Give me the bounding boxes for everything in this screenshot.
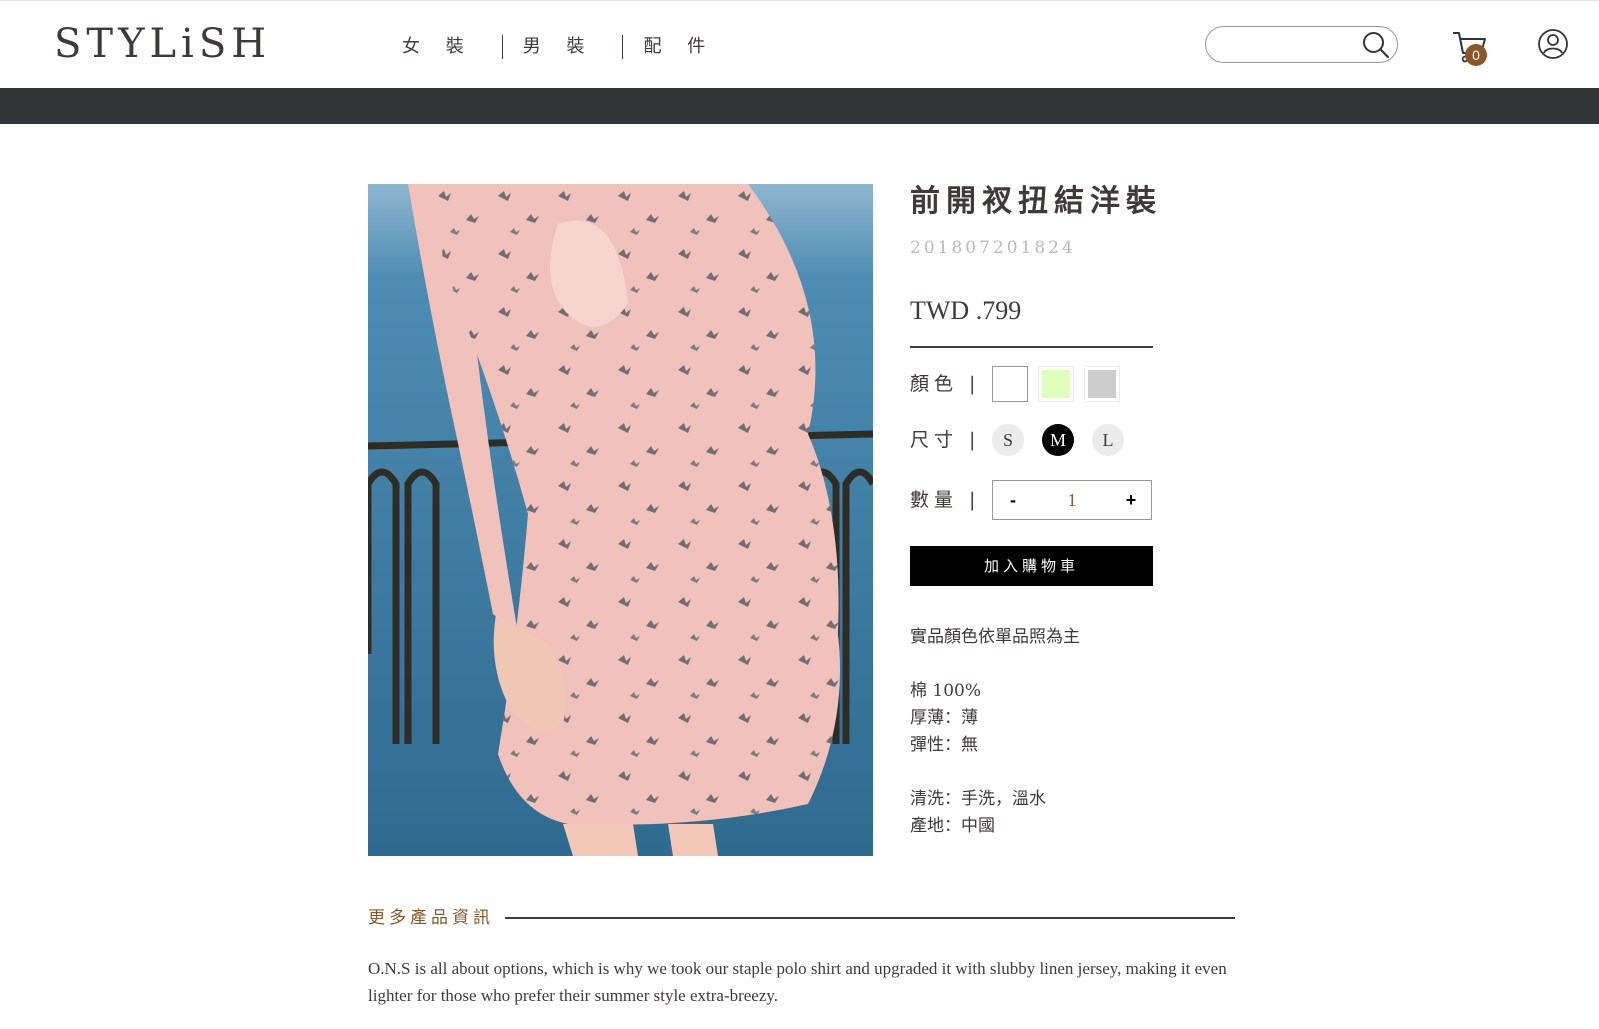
color-fill bbox=[996, 370, 1024, 398]
color-swatch-green[interactable] bbox=[1038, 366, 1074, 402]
product-title: 前開衩扭結洋裝 bbox=[910, 184, 1162, 219]
color-label: 顏色 | bbox=[910, 373, 981, 395]
quantity-decrease-button[interactable]: - bbox=[995, 481, 1031, 519]
add-to-cart-button[interactable]: 加入購物車 bbox=[910, 546, 1153, 586]
quantity-increase-button[interactable]: + bbox=[1113, 481, 1149, 519]
color-row: 顏色 | bbox=[910, 366, 1130, 402]
main-nav: 女 裝 男 裝 配 件 bbox=[384, 35, 737, 59]
search-input[interactable] bbox=[1220, 33, 1350, 57]
quantity-stepper: - + bbox=[992, 480, 1152, 520]
size-label: 尺寸 | bbox=[910, 429, 981, 451]
search-box bbox=[1205, 26, 1398, 63]
size-option-l[interactable]: L bbox=[1092, 424, 1124, 456]
color-fill bbox=[1088, 370, 1116, 398]
product-note: 實品顏色依單品照為主 bbox=[910, 627, 1080, 647]
product-story: O.N.S is all about options, which is why… bbox=[368, 959, 1227, 1005]
member-icon[interactable] bbox=[1537, 28, 1569, 60]
price-divider bbox=[910, 346, 1153, 348]
nav-item-accessories[interactable]: 配 件 bbox=[625, 35, 737, 59]
header-bar bbox=[0, 88, 1599, 124]
color-fill bbox=[1042, 370, 1070, 398]
cart-count-badge: 0 bbox=[1465, 44, 1487, 66]
size-option-s[interactable]: S bbox=[992, 424, 1024, 456]
product-photo bbox=[368, 184, 873, 856]
color-swatch-white[interactable] bbox=[992, 366, 1028, 402]
nav-divider bbox=[501, 35, 503, 59]
more-info-divider bbox=[505, 917, 1235, 919]
product-texture: 棉 100% bbox=[910, 681, 982, 701]
nav-item-men[interactable]: 男 裝 bbox=[505, 35, 617, 59]
size-row: 尺寸 | S M L bbox=[910, 424, 1142, 456]
more-info-title: 更多產品資訊 bbox=[368, 908, 494, 928]
quantity-row: 數量 | - + bbox=[910, 480, 1152, 520]
product-price: TWD .799 bbox=[910, 296, 1022, 325]
nav-divider bbox=[622, 35, 624, 59]
size-option-m[interactable]: M bbox=[1042, 424, 1074, 456]
product-details: 前開衩扭結洋裝 201807201824 TWD .799 顏色 | 尺寸 | … bbox=[910, 184, 1210, 836]
product-origin: 產地：中國 bbox=[910, 816, 995, 836]
product-main-image bbox=[368, 184, 873, 856]
site-logo[interactable]: STYLiSH bbox=[54, 22, 271, 66]
quantity-input[interactable] bbox=[1033, 481, 1111, 519]
nav-item-women[interactable]: 女 裝 bbox=[384, 35, 496, 59]
product-thickness: 厚薄：薄 bbox=[910, 708, 978, 728]
product-id: 201807201824 bbox=[910, 238, 1076, 258]
site-header: STYLiSH 女 裝 男 裝 配 件 0 bbox=[0, 0, 1599, 88]
product-elasticity: 彈性：無 bbox=[910, 735, 978, 755]
color-swatch-gray[interactable] bbox=[1084, 366, 1120, 402]
quantity-label: 數量 | bbox=[910, 489, 981, 511]
product-wash: 清洗：手洗，溫水 bbox=[910, 789, 1046, 809]
search-icon[interactable] bbox=[1361, 30, 1391, 60]
